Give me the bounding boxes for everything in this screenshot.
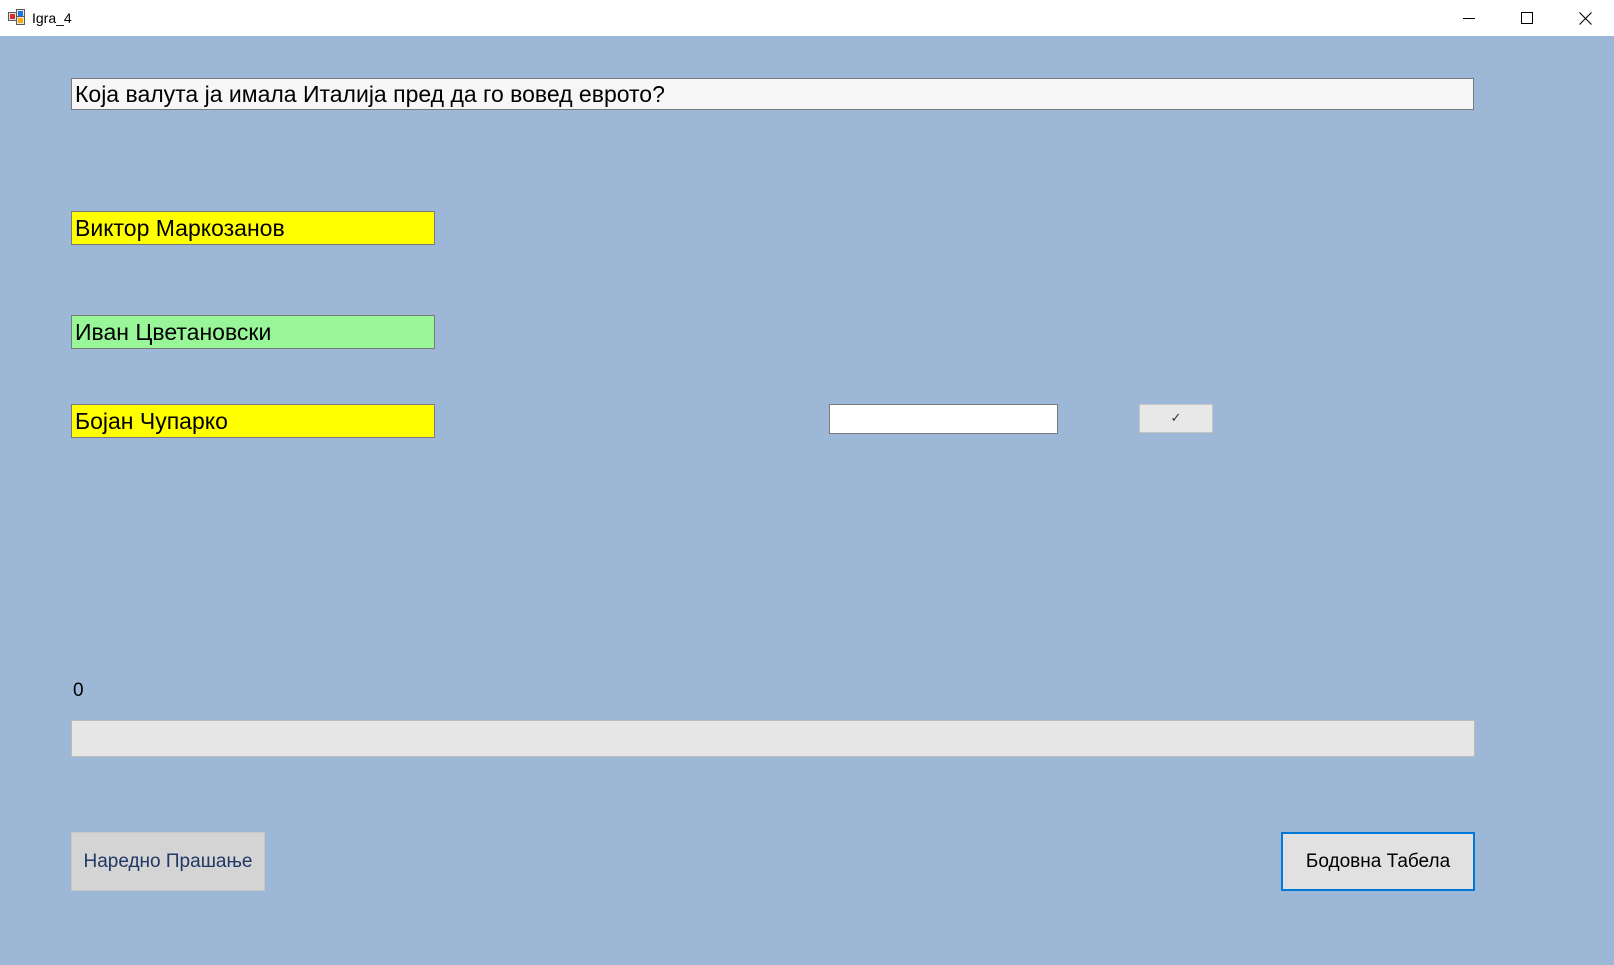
- app-icon: [8, 9, 25, 25]
- maximize-button[interactable]: [1498, 0, 1556, 36]
- window-title: Igra_4: [32, 10, 72, 26]
- timer-progress-bar: [71, 720, 1475, 757]
- answer-input[interactable]: [829, 404, 1058, 434]
- minimize-button[interactable]: [1440, 0, 1498, 36]
- maximize-icon: [1521, 12, 1533, 24]
- answer-option-1[interactable]: Виктор Маркозанов: [71, 211, 435, 245]
- answer-option-3[interactable]: Бојан Чупарко: [71, 404, 435, 438]
- score-table-button[interactable]: Бодовна Табела: [1281, 832, 1475, 891]
- minimize-icon: [1463, 18, 1475, 19]
- game-form: [0, 36, 1614, 965]
- question-textbox: Која валута ја имала Италија пред да го …: [71, 78, 1474, 110]
- timer-value: 0: [73, 680, 84, 701]
- next-question-button[interactable]: Наредно Прашање: [71, 832, 265, 891]
- answer-option-2[interactable]: Иван Цветановски: [71, 315, 435, 349]
- window-titlebar: Igra_4: [0, 0, 1614, 36]
- check-button[interactable]: ✓: [1139, 404, 1213, 433]
- close-icon: [1578, 11, 1592, 25]
- close-button[interactable]: [1556, 0, 1614, 36]
